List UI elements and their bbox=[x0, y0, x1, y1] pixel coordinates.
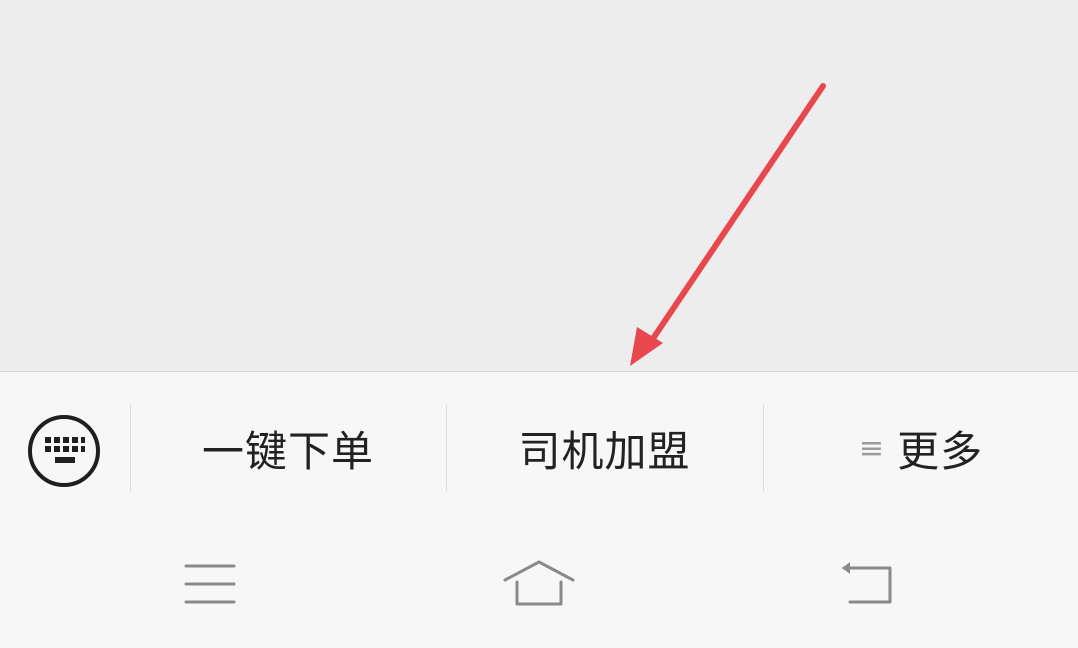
menu-item-label: 一键下单 bbox=[201, 426, 374, 476]
list-icon: ≡ bbox=[858, 430, 886, 466]
back-icon bbox=[842, 562, 892, 604]
keyboard-icon bbox=[28, 415, 100, 487]
content-area bbox=[0, 0, 1078, 372]
menu-item-one-click-order[interactable]: 一键下单 bbox=[131, 405, 445, 491]
system-navigation-bar bbox=[0, 522, 1078, 648]
nav-back-button[interactable] bbox=[830, 554, 910, 614]
screen: 一键下单 司机加盟 ≡ 更多 bbox=[0, 0, 1078, 648]
keyboard-toggle-button[interactable] bbox=[26, 413, 102, 489]
menu-item-label: 司机加盟 bbox=[518, 426, 691, 476]
nav-home-button[interactable] bbox=[499, 554, 579, 614]
home-icon bbox=[503, 560, 575, 606]
hamburger-menu-icon bbox=[184, 564, 236, 604]
bottom-menu-bar: 一键下单 司机加盟 ≡ 更多 bbox=[0, 372, 1078, 522]
menu-item-label: 更多 bbox=[897, 426, 984, 476]
menu-item-more[interactable]: ≡ 更多 bbox=[764, 405, 1078, 491]
nav-menu-button[interactable] bbox=[170, 554, 250, 614]
menu-item-driver-join[interactable]: 司机加盟 bbox=[447, 405, 762, 491]
